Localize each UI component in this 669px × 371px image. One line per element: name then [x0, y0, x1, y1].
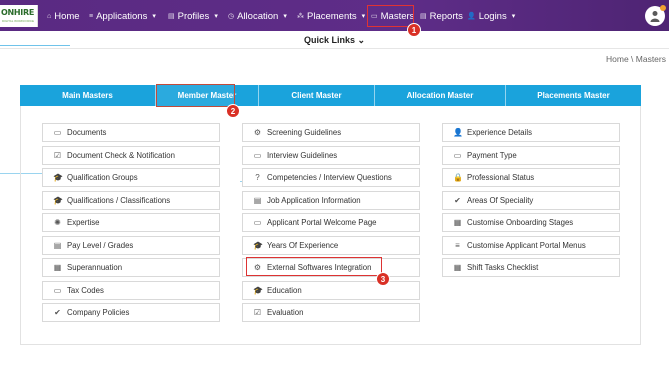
master-item-expertise[interactable]: ✺ Expertise	[42, 213, 220, 232]
chevron-down-icon: ▾	[283, 13, 287, 20]
master-item-professional-status[interactable]: 🔒 Professional Status	[442, 168, 620, 187]
profile-icon: ▤	[168, 13, 175, 20]
master-item-document-check[interactable]: ☑ Document Check & Notification	[42, 146, 220, 165]
master-item-qualifications[interactable]: 🎓 Qualifications / Classifications	[42, 191, 220, 210]
master-item-areas-of-speciality[interactable]: ✔ Areas Of Speciality	[442, 191, 620, 210]
master-item-competencies[interactable]: ? Competencies / Interview Questions	[242, 168, 420, 187]
chevron-down-icon: ▾	[511, 13, 516, 20]
graduation-cap-icon: 🎓	[253, 286, 263, 295]
folder-icon: ▭	[53, 128, 62, 137]
chevron-down-icon: ▾	[214, 13, 218, 20]
lock-icon: 🔒	[453, 173, 463, 182]
tab-placements-master[interactable]: Placements Master	[506, 85, 641, 106]
nav-home[interactable]: ⌂ Home	[47, 8, 80, 24]
top-navbar: ONHIRE DIGITAL WORKFORCE ⌂ Home ≡ Applic…	[0, 0, 669, 31]
checkbox-icon: ☑	[53, 151, 62, 160]
artifact-line	[0, 45, 70, 46]
quick-links-toggle[interactable]: Quick Links ⌄	[0, 35, 669, 46]
nav-reports[interactable]: ▤ Reports	[420, 8, 463, 24]
logo-text: ONHIRE	[1, 8, 34, 17]
master-item-onboarding-stages[interactable]: ▦ Customise Onboarding Stages	[442, 213, 620, 232]
notification-dot	[660, 5, 666, 11]
master-item-experience-details[interactable]: 👤 Experience Details	[442, 123, 620, 142]
master-item-qualification-groups[interactable]: 🎓 Qualification Groups	[42, 168, 220, 187]
master-item-tax-codes[interactable]: ▭ Tax Codes	[42, 281, 220, 300]
user-avatar[interactable]	[645, 5, 666, 26]
chevron-down-icon: ⌄	[357, 35, 366, 45]
users-icon: ⁂	[297, 13, 304, 20]
building-icon: ▦	[53, 263, 62, 272]
master-item-company-policies[interactable]: ✔ Company Policies	[42, 303, 220, 322]
check-icon: ✔	[454, 196, 461, 205]
master-item-shift-tasks[interactable]: ▦ Shift Tasks Checklist	[442, 258, 620, 277]
master-item-superannuation[interactable]: ▦ Superannuation	[42, 258, 220, 277]
masters-highlight-box	[367, 5, 414, 27]
checkbox-icon: ☑	[253, 308, 262, 317]
master-item-portal-welcome[interactable]: ▭ Applicant Portal Welcome Page	[242, 213, 420, 232]
report-icon: ▤	[420, 13, 427, 20]
nav-placements[interactable]: ⁂ Placements ▾	[297, 8, 365, 24]
grid-icon: ▦	[453, 218, 462, 227]
master-item-job-application-info[interactable]: ▤ Job Application Information	[242, 191, 420, 210]
chevron-down-icon: ▾	[361, 13, 366, 20]
star-icon: ✺	[54, 218, 61, 227]
user-icon: 👤	[467, 13, 476, 20]
nav-profiles[interactable]: ▤ Profiles ▾	[168, 8, 218, 24]
member-master-highlight-box	[156, 84, 235, 107]
breadcrumb: Home \ Masters	[606, 54, 666, 64]
clock-icon: ◷	[228, 13, 235, 20]
menu-icon: ≡	[455, 241, 460, 250]
master-item-evaluation[interactable]: ☑ Evaluation	[242, 303, 420, 322]
graduation-cap-icon: 🎓	[253, 241, 263, 250]
nav-allocation[interactable]: ◷ Allocation ▾	[228, 8, 287, 24]
master-item-education[interactable]: 🎓 Education	[242, 281, 420, 300]
master-item-payment-type[interactable]: ▭ Payment Type	[442, 146, 620, 165]
home-icon: ⌂	[47, 12, 52, 20]
user-icon: 👤	[453, 128, 463, 137]
logo-tagline: DIGITAL WORKFORCE	[2, 19, 35, 23]
folder-icon: ▭	[253, 151, 262, 160]
step-badge-3: 3	[376, 272, 390, 286]
user-silhouette-icon	[650, 11, 660, 22]
master-item-pay-level[interactable]: ▤ Pay Level / Grades	[42, 236, 220, 255]
master-item-screening-guidelines[interactable]: ⚙ Screening Guidelines	[242, 123, 420, 142]
nav-logins[interactable]: 👤 Logins ▾	[467, 8, 515, 24]
app-logo[interactable]: ONHIRE DIGITAL WORKFORCE	[0, 5, 38, 27]
master-item-portal-menus[interactable]: ≡ Customise Applicant Portal Menus	[442, 236, 620, 255]
graduation-cap-icon: 🎓	[53, 173, 63, 182]
master-item-years-of-experience[interactable]: 🎓 Years Of Experience	[242, 236, 420, 255]
monitor-icon: ▭	[253, 218, 262, 227]
masters-tabs: Main Masters Member Master Client Master…	[20, 85, 641, 106]
credit-card-icon: ▭	[453, 151, 462, 160]
external-softwares-highlight-box	[246, 257, 382, 276]
document-icon: ▤	[253, 196, 262, 205]
tab-client-master[interactable]: Client Master	[259, 85, 375, 106]
tab-main-masters[interactable]: Main Masters	[20, 85, 156, 106]
master-item-interview-guidelines[interactable]: ▭ Interview Guidelines	[242, 146, 420, 165]
list-icon: ≡	[89, 12, 94, 20]
graduation-cap-icon: 🎓	[53, 196, 63, 205]
gears-icon: ⚙	[253, 128, 262, 137]
grid-icon: ▦	[453, 263, 462, 272]
master-item-documents[interactable]: ▭ Documents	[42, 123, 220, 142]
question-circle-icon: ?	[255, 173, 260, 182]
check-circle-icon: ✔	[54, 308, 61, 317]
tab-allocation-master[interactable]: Allocation Master	[375, 85, 506, 106]
calculator-icon: ▤	[53, 241, 62, 250]
nav-applications[interactable]: ≡ Applications ▾	[89, 8, 156, 24]
folder-open-icon: ▭	[53, 286, 62, 295]
divider	[0, 48, 669, 49]
chevron-down-icon: ▾	[152, 13, 156, 20]
